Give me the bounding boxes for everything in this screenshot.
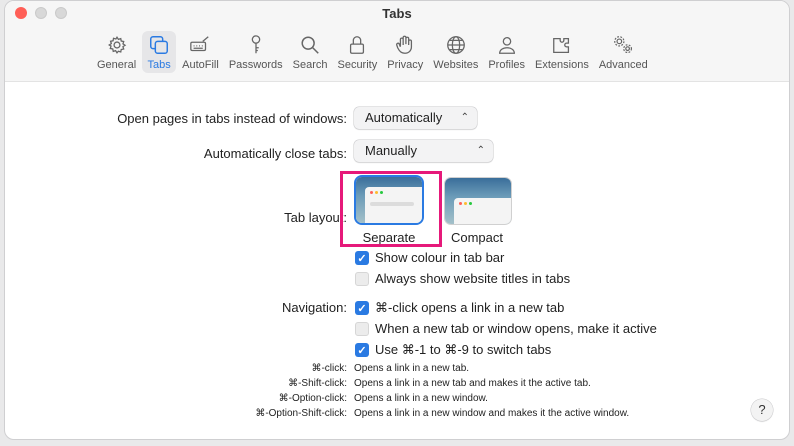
shortcut-key: ⌘-click: — [311, 363, 347, 374]
person-icon — [494, 33, 520, 57]
tab-label: Passwords — [228, 59, 283, 71]
tab-label: Advanced — [598, 59, 648, 71]
close-tabs-value: Manually — [365, 143, 418, 158]
open-pages-label: Open pages in tabs instead of windows: — [117, 111, 347, 126]
tab-general[interactable]: General — [93, 31, 140, 73]
make-active-label: When a new tab or window opens, make it … — [375, 321, 657, 336]
cmd-numbers-checkbox[interactable]: ✓ — [355, 343, 369, 357]
open-pages-popup[interactable]: Automatically ⌃ — [354, 107, 477, 129]
lock-icon — [344, 33, 370, 57]
show-colour-checkbox[interactable]: ✓ — [355, 251, 369, 265]
help-button[interactable]: ? — [751, 399, 773, 421]
cmd-click-label: ⌘-click opens a link in a new tab — [375, 300, 565, 315]
show-titles-label: Always show website titles in tabs — [375, 271, 571, 286]
extensions-icon — [549, 33, 575, 57]
tab-label: Tabs — [147, 59, 171, 71]
annotation-highlight-box — [340, 171, 442, 247]
chevron-up-down-icon: ⌃ — [460, 112, 469, 123]
tab-advanced[interactable]: Advanced — [595, 31, 652, 73]
preferences-toolbar: General Tabs AutoFill Passwords Search S… — [93, 31, 654, 73]
shortcut-desc: Opens a link in a new tab. — [354, 363, 470, 374]
make-active-checkbox[interactable] — [355, 322, 369, 336]
tab-search[interactable]: Search — [289, 31, 332, 73]
close-tabs-label: Automatically close tabs: — [203, 146, 347, 161]
layout-compact-option[interactable] — [445, 178, 511, 224]
cmd-numbers-label: Use ⌘-1 to ⌘-9 to switch tabs — [375, 342, 552, 357]
titlebar: Tabs General Tabs AutoFill Passwords Sea… — [5, 1, 789, 82]
show-colour-label: Show colour in tab bar — [375, 250, 505, 265]
tab-privacy[interactable]: Privacy — [383, 31, 427, 73]
gears-icon — [610, 33, 636, 57]
layout-compact-label: Compact — [450, 230, 504, 245]
tab-tabs[interactable]: Tabs — [142, 31, 177, 73]
shortcut-key: ⌘-Option-click: — [278, 393, 347, 404]
search-icon — [297, 33, 323, 57]
preferences-window: Tabs General Tabs AutoFill Passwords Sea… — [4, 0, 790, 440]
window-title: Tabs — [382, 6, 412, 21]
navigation-label: Navigation: — [281, 300, 347, 315]
tab-label: AutoFill — [182, 59, 219, 71]
autofill-icon — [187, 33, 213, 57]
shortcut-key: ⌘-Option-Shift-click: — [255, 408, 347, 419]
tab-websites[interactable]: Websites — [429, 31, 482, 73]
shortcut-desc: Opens a link in a new window and makes i… — [354, 408, 630, 419]
tab-extensions[interactable]: Extensions — [531, 31, 593, 73]
shortcut-key: ⌘-Shift-click: — [288, 378, 347, 389]
tab-label: Profiles — [488, 59, 526, 71]
shortcut-desc: Opens a link in a new tab and makes it t… — [354, 378, 591, 389]
tabs-icon — [146, 33, 172, 57]
key-icon — [243, 33, 269, 57]
tab-label: Extensions — [535, 59, 589, 71]
tab-security[interactable]: Security — [333, 31, 381, 73]
tab-label: Privacy — [387, 59, 424, 71]
shortcut-desc: Opens a link in a new window. — [354, 393, 488, 404]
open-pages-value: Automatically — [365, 110, 443, 125]
cmd-click-checkbox[interactable]: ✓ — [355, 301, 369, 315]
tab-autofill[interactable]: AutoFill — [178, 31, 223, 73]
gear-icon — [104, 33, 130, 57]
tab-layout-label: Tab layout: — [284, 210, 347, 225]
tab-label: Search — [292, 59, 328, 71]
tab-label: General — [97, 59, 137, 71]
tab-passwords[interactable]: Passwords — [225, 31, 287, 73]
hand-icon — [392, 33, 418, 57]
chevron-up-down-icon: ⌃ — [476, 145, 485, 156]
globe-icon — [443, 33, 469, 57]
close-tabs-popup[interactable]: Manually ⌃ — [354, 140, 493, 162]
tab-label: Security — [337, 59, 378, 71]
tab-profiles[interactable]: Profiles — [484, 31, 529, 73]
show-titles-checkbox[interactable] — [355, 272, 369, 286]
tab-label: Websites — [433, 59, 479, 71]
